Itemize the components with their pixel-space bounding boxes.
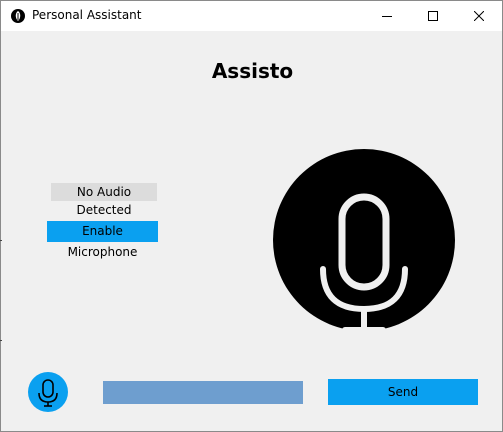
maximize-button[interactable] <box>410 1 456 31</box>
send-button[interactable]: Send <box>328 379 478 405</box>
audio-status-label: No Audio Detected <box>51 183 157 217</box>
enable-microphone-button[interactable]: Enable Microphone <box>47 221 158 259</box>
window-title: Personal Assistant <box>32 8 142 22</box>
app-window: Personal Assistant Assisto No Audio Dete… <box>0 0 503 432</box>
app-icon <box>11 9 25 23</box>
app-content: Assisto No Audio Detected Enable Microph… <box>1 31 502 431</box>
minimize-button[interactable] <box>364 1 410 31</box>
close-button[interactable] <box>456 1 502 31</box>
maximize-icon <box>428 11 438 21</box>
microphone-icon <box>38 379 58 407</box>
microphone-display <box>273 149 455 331</box>
app-title: Assisto <box>211 59 294 83</box>
title-bar[interactable]: Personal Assistant <box>1 1 502 31</box>
microphone-button[interactable] <box>28 372 68 412</box>
microphone-icon <box>320 193 408 331</box>
message-input[interactable] <box>103 381 303 404</box>
minimize-icon <box>382 16 392 17</box>
edge-tick <box>0 340 2 341</box>
edge-tick <box>0 240 2 241</box>
close-icon <box>474 11 484 21</box>
